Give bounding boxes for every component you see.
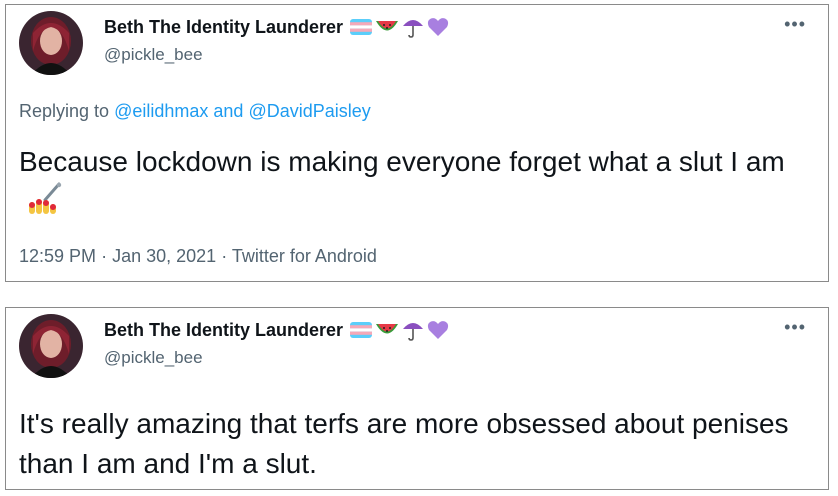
tweet-card[interactable]: Beth The Identity Launderer @pickle_bee … — [5, 4, 829, 282]
meta-separator: · — [101, 246, 108, 266]
name-emojis — [350, 319, 449, 341]
tweet-card[interactable]: Beth The Identity Launderer @pickle_bee … — [5, 307, 829, 490]
purple-heart-icon — [427, 321, 449, 339]
trans-flag-icon — [350, 322, 373, 338]
name-emojis — [350, 16, 449, 38]
tweet-text-content: It's really amazing that terfs are more … — [19, 408, 789, 479]
avatar[interactable] — [19, 314, 83, 378]
umbrella-icon — [403, 20, 424, 38]
mention-link-eilidhmax[interactable]: @eilidhmax — [114, 101, 208, 121]
watermelon-icon — [376, 21, 399, 31]
display-name[interactable]: Beth The Identity Launderer — [104, 319, 343, 341]
purple-heart-icon — [427, 18, 449, 36]
mention-link-davidpaisley[interactable]: @DavidPaisley — [248, 101, 370, 121]
replying-and: and — [213, 101, 244, 121]
tweet-source: Twitter for Android — [231, 246, 377, 266]
tweet-time[interactable]: 12:59 PM — [19, 246, 96, 266]
display-name-row[interactable]: Beth The Identity Launderer — [104, 16, 449, 38]
tweet-metadata: 12:59 PM · Jan 30, 2021 · Twitter for An… — [19, 245, 377, 267]
tweet-date[interactable]: Jan 30, 2021 — [112, 246, 216, 266]
nail-polish-icon — [27, 182, 63, 227]
user-handle[interactable]: @pickle_bee — [104, 45, 203, 65]
display-name[interactable]: Beth The Identity Launderer — [104, 16, 343, 38]
avatar[interactable] — [19, 11, 83, 75]
tweet-text: It's really amazing that terfs are more … — [19, 404, 809, 484]
trans-flag-icon — [350, 19, 373, 35]
display-name-row[interactable]: Beth The Identity Launderer — [104, 319, 449, 341]
tweet-text-content: Because lockdown is making everyone forg… — [19, 146, 785, 177]
tweet-text: Because lockdown is making everyone forg… — [19, 142, 809, 227]
replying-to-line: Replying to @eilidhmax and @DavidPaisley — [19, 100, 371, 122]
umbrella-icon — [403, 323, 424, 341]
replying-prefix: Replying to — [19, 101, 110, 121]
more-options-icon[interactable]: ••• — [784, 15, 806, 33]
meta-separator: · — [221, 246, 228, 266]
user-handle[interactable]: @pickle_bee — [104, 348, 203, 368]
more-options-icon[interactable]: ••• — [784, 318, 806, 336]
watermelon-icon — [376, 324, 399, 334]
